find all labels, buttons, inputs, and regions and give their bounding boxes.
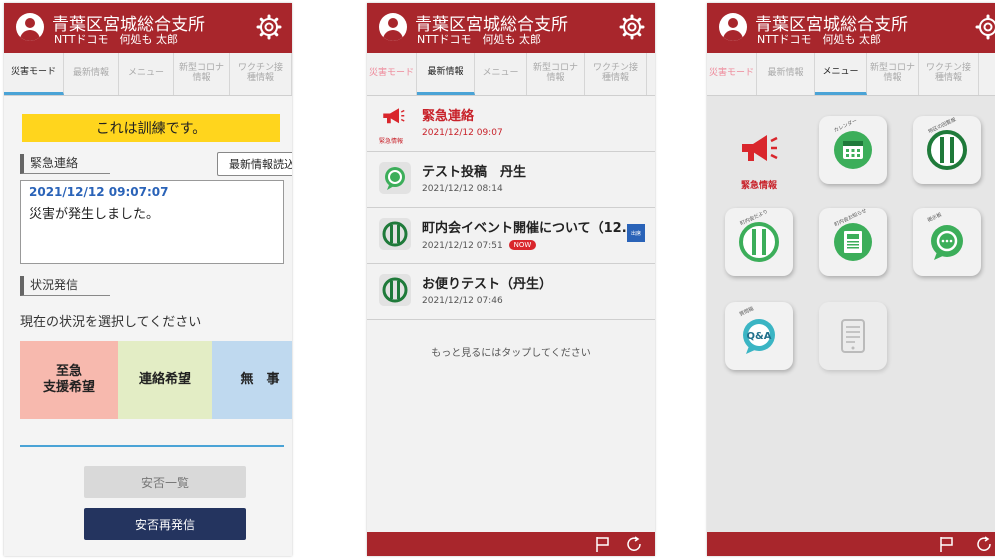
phone-screen-menu: 青葉区宮城総合支所 NTTドコモ 何処も 太郎 災害モード 最新情報 メニュー … — [707, 3, 995, 556]
menu-tile-bulletin[interactable]: 掲示板 — [913, 208, 981, 276]
status-safe-button[interactable]: 無 事 — [212, 341, 292, 419]
phone-screen-disaster-mode: 青葉区宮城総合支所 NTTドコモ 何処も 太郎 災害モード 最新情報 メニュー … — [4, 3, 292, 556]
community-logo-icon — [379, 274, 411, 306]
divider — [20, 445, 284, 447]
bottom-bar — [707, 532, 995, 556]
status-urgent-help-button[interactable]: 至急 支援希望 — [20, 341, 118, 419]
user-avatar-icon[interactable] — [379, 13, 407, 41]
menu-grid: 緊急情報 カレンダー 地区の回覧板 町内会だより 町内会お知らせ 掲示板 質問箱… — [707, 96, 995, 532]
tab-covid[interactable]: 新型コロナ 情報 — [527, 53, 585, 95]
status-section-label: 状況発信 — [20, 276, 110, 296]
qa-label: Q&A — [747, 331, 772, 342]
tab-menu[interactable]: メニュー — [815, 53, 867, 95]
item-date: 2021/12/12 07:46 — [422, 296, 503, 306]
menu-tile-notices[interactable]: 町内会お知らせ — [819, 208, 887, 276]
load-more-link[interactable]: もっと見るにはタップしてください — [367, 344, 655, 359]
reload-latest-button[interactable]: 最新情報読込 — [217, 152, 292, 176]
tab-bar: 災害モード 最新情報 メニュー 新型コロナ 情報 ワクチン接 種情報 — [4, 53, 292, 96]
community-logo-icon — [927, 130, 967, 170]
tablet-icon — [841, 319, 865, 353]
now-badge: NOW — [508, 240, 537, 250]
news-feed: 緊急情報 緊急連絡 2021/12/12 09:07 テスト投稿 丹生 2021… — [367, 96, 655, 532]
tab-bar: 災害モード 最新情報 メニュー 新型コロナ 情報 ワクチン接 種情報 — [707, 53, 995, 96]
community-logo-icon — [379, 218, 411, 250]
tab-latest[interactable]: 最新情報 — [757, 53, 815, 95]
item-title: 町内会イベント開催について（12... — [422, 221, 637, 236]
user-avatar-icon[interactable] — [719, 13, 747, 41]
list-item[interactable]: 緊急情報 緊急連絡 2021/12/12 09:07 — [367, 96, 655, 152]
phone-screen-latest-info: 青葉区宮城総合支所 NTTドコモ 何処も 太郎 災害モード 最新情報 メニュー … — [367, 3, 655, 556]
tab-bar: 災害モード 最新情報 メニュー 新型コロナ 情報 ワクチン接 種情報 — [367, 53, 655, 96]
calendar-icon — [834, 131, 872, 169]
disaster-panel: これは訓練です。 緊急連絡 最新情報読込 2021/12/12 09:07:07… — [4, 96, 292, 556]
menu-tile-calendar[interactable]: カレンダー — [819, 116, 887, 184]
emergency-section-label: 緊急連絡 — [20, 154, 110, 174]
tab-covid[interactable]: 新型コロナ 情報 — [867, 53, 919, 95]
megaphone-icon — [742, 135, 778, 161]
gear-icon[interactable] — [975, 14, 995, 40]
chat-bubble-icon — [931, 225, 963, 260]
refresh-icon[interactable] — [625, 535, 643, 553]
tab-disaster-mode[interactable]: 災害モード — [4, 53, 64, 95]
tab-vaccine[interactable]: ワクチン接 種情報 — [919, 53, 979, 95]
gear-icon[interactable] — [256, 14, 282, 40]
user-name: NTTドコモ 何処も 太郎 — [757, 33, 881, 46]
list-item[interactable]: お便りテスト（丹生） 2021/12/12 07:46 — [367, 264, 655, 320]
megaphone-icon — [383, 108, 405, 124]
menu-tile-qa[interactable]: 質問箱 Q&A — [725, 302, 793, 370]
flag-icon[interactable] — [593, 535, 611, 553]
message-timestamp: 2021/12/12 09:07:07 — [29, 185, 169, 199]
flag-icon[interactable] — [937, 535, 955, 553]
qa-bubble-icon: Q&A — [743, 319, 775, 354]
menu-tile-circular[interactable]: 地区の回覧板 — [913, 116, 981, 184]
message-text: 災害が発生しました。 — [29, 207, 160, 222]
app-header: 青葉区宮城総合支所 NTTドコモ 何処も 太郎 — [707, 3, 995, 53]
tab-vaccine[interactable]: ワクチン接 種情報 — [230, 53, 292, 95]
list-item[interactable]: テスト投稿 丹生 2021/12/12 08:14 — [367, 152, 655, 208]
item-date: 2021/12/12 07:51 NOW — [422, 240, 537, 251]
safety-list-button[interactable]: 安否一覧 — [84, 466, 246, 498]
menu-tile-tablet[interactable] — [819, 302, 887, 370]
item-date: 2021/12/12 08:14 — [422, 184, 503, 194]
tab-vaccine[interactable]: ワクチン接 種情報 — [585, 53, 647, 95]
newsletter-icon — [834, 223, 872, 261]
list-item[interactable]: 町内会イベント開催について（12... 2021/12/12 07:51 NOW … — [367, 208, 655, 264]
status-prompt: 現在の状況を選択してください — [20, 315, 202, 330]
icon-caption: 緊急情報 — [379, 138, 404, 145]
user-name: NTTドコモ 何処も 太郎 — [417, 33, 541, 46]
user-name: NTTドコモ 何処も 太郎 — [54, 33, 178, 46]
tab-menu[interactable]: メニュー — [119, 53, 174, 95]
chat-bubble-icon — [379, 162, 411, 194]
app-header: 青葉区宮城総合支所 NTTドコモ 何処も 太郎 — [367, 3, 655, 53]
user-avatar-icon[interactable] — [16, 13, 44, 41]
emergency-message-box: 2021/12/12 09:07:07 災害が発生しました。 — [20, 180, 284, 264]
item-title: 緊急連絡 — [422, 109, 475, 124]
item-date: 2021/12/12 09:07 — [422, 128, 503, 138]
app-header: 青葉区宮城総合支所 NTTドコモ 何処も 太郎 — [4, 3, 292, 53]
community-logo-icon — [739, 222, 779, 262]
menu-tile-newsletter[interactable]: 町内会だより — [725, 208, 793, 276]
drill-banner: これは訓練です。 — [22, 114, 280, 142]
gear-icon[interactable] — [619, 14, 645, 40]
attend-button[interactable]: 出席 — [627, 224, 645, 242]
refresh-icon[interactable] — [975, 535, 993, 553]
safety-resend-button[interactable]: 安否再発信 — [84, 508, 246, 540]
item-title: お便りテスト（丹生） — [422, 277, 553, 292]
item-title: テスト投稿 丹生 — [422, 165, 527, 180]
tab-disaster-mode[interactable]: 災害モード — [367, 53, 417, 95]
bottom-bar — [367, 532, 655, 556]
tab-latest[interactable]: 最新情報 — [417, 53, 475, 95]
menu-tile-emergency[interactable]: 緊急情報 — [725, 118, 793, 191]
tab-latest[interactable]: 最新情報 — [64, 53, 119, 95]
tab-menu[interactable]: メニュー — [475, 53, 527, 95]
tile-caption: 緊急情報 — [740, 181, 777, 191]
tab-covid[interactable]: 新型コロナ 情報 — [174, 53, 230, 95]
tab-disaster-mode[interactable]: 災害モード — [707, 53, 757, 95]
status-contact-request-button[interactable]: 連絡希望 — [118, 341, 212, 419]
item-date-text: 2021/12/12 07:51 — [422, 241, 503, 251]
